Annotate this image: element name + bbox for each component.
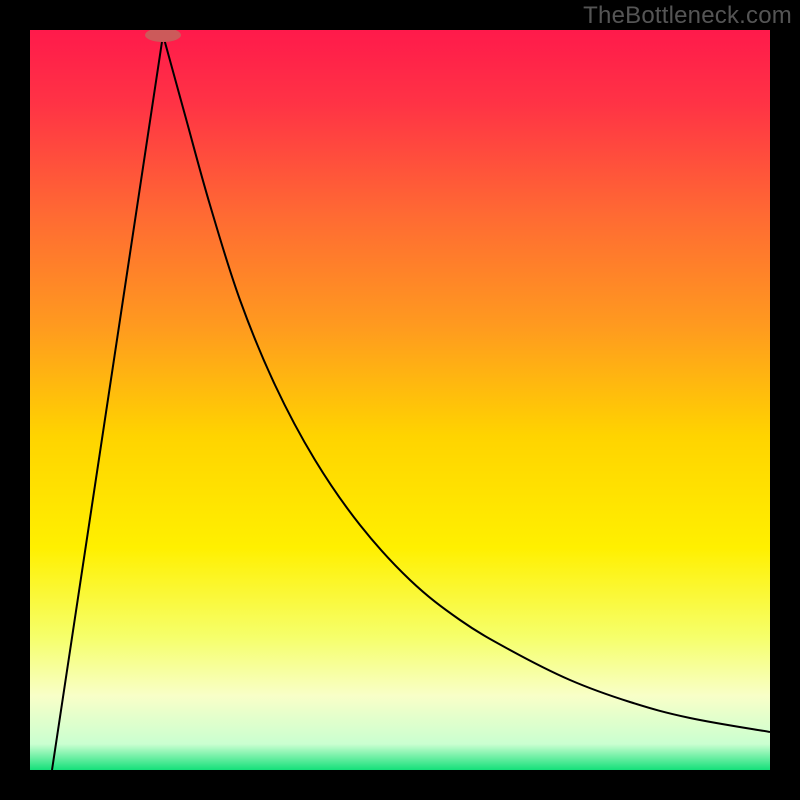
watermark-text: TheBottleneck.com [583, 2, 792, 30]
chart-background [30, 30, 770, 770]
chart-plot-area [30, 30, 770, 770]
chart-svg [30, 30, 770, 770]
chart-frame: TheBottleneck.com [0, 0, 800, 800]
